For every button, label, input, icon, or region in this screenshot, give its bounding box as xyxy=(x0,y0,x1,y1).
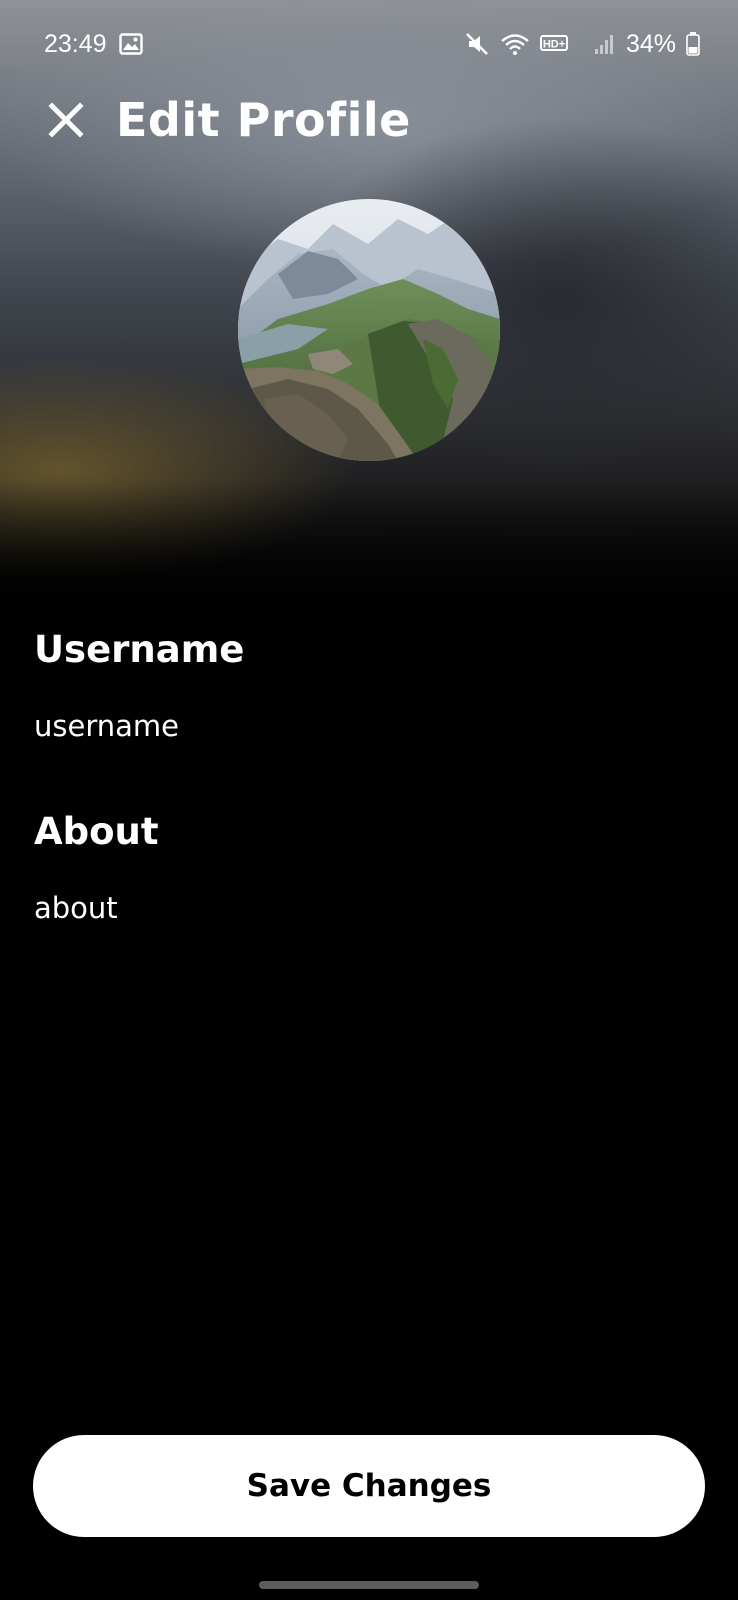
battery-icon xyxy=(686,32,700,56)
profile-avatar[interactable] xyxy=(238,199,500,461)
close-icon xyxy=(48,102,84,138)
gallery-icon xyxy=(118,33,143,55)
status-bar: 23:49 HD+ 34% xyxy=(0,22,738,66)
about-field[interactable]: about xyxy=(34,888,704,928)
status-right: HD+ 34% xyxy=(464,30,700,59)
signal-icon xyxy=(594,33,616,55)
top-app-bar: Edit Profile xyxy=(0,80,738,160)
close-button[interactable] xyxy=(44,98,88,142)
save-changes-button[interactable]: Save Changes xyxy=(33,1435,705,1537)
svg-text:HD+: HD+ xyxy=(543,39,565,51)
mountain-landscape-image xyxy=(238,199,500,461)
username-field[interactable]: username xyxy=(34,706,704,746)
wifi-icon xyxy=(500,32,530,56)
status-left: 23:49 xyxy=(44,30,143,59)
battery-percent: 34% xyxy=(625,29,676,58)
page-title: Edit Profile xyxy=(116,93,411,147)
edit-profile-screen: 23:49 HD+ 34% Edit Profile Username user… xyxy=(0,0,738,1600)
username-label: Username xyxy=(34,628,245,671)
about-label: About xyxy=(34,810,159,853)
status-time: 23:49 xyxy=(44,29,107,58)
mute-icon xyxy=(464,31,490,57)
home-indicator[interactable] xyxy=(259,1581,479,1589)
hd-plus-icon: HD+ xyxy=(539,32,584,56)
